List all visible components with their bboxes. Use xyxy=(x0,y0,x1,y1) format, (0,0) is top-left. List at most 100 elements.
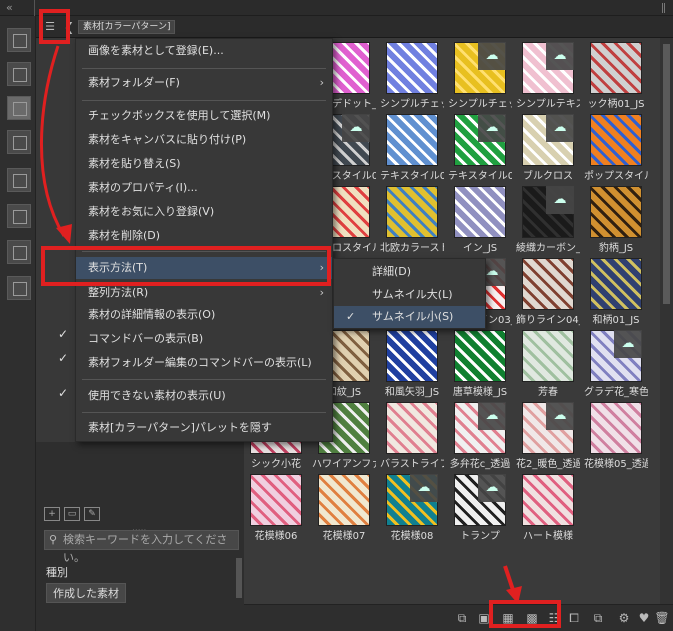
material-category-icon[interactable] xyxy=(7,204,31,228)
cloud-download-icon: ☁ xyxy=(546,402,574,430)
material-thumbnail[interactable]: テキスタイル02_ xyxy=(380,114,444,182)
pattern-swatch xyxy=(522,474,574,526)
annotation-box-view-buttons xyxy=(489,600,561,628)
material-thumbnail[interactable]: ☁ 多弁花c_透過 xyxy=(450,402,510,470)
material-thumbnail[interactable]: 和風矢羽_JS xyxy=(385,330,439,398)
menu-item-paste-to-canvas[interactable]: 素材をキャンバスに貼り付け(P) xyxy=(76,129,332,151)
copy-icon[interactable]: ⧉ xyxy=(590,610,606,626)
cloud-download-icon: ☁ xyxy=(478,474,506,502)
scrollbar[interactable] xyxy=(236,558,242,598)
material-category-icon[interactable] xyxy=(7,28,31,52)
material-category-icon[interactable] xyxy=(7,96,31,120)
material-thumbnail[interactable]: 花模様06 xyxy=(250,474,302,542)
left-tool-strip xyxy=(0,16,36,631)
scrollbar-thumb[interactable] xyxy=(663,44,670,304)
thumbnail-label: 花模様08 xyxy=(390,531,434,542)
material-thumbnail[interactable]: ☁ 花模様08 xyxy=(386,474,438,542)
submenu-item-detail[interactable]: 詳細(D) xyxy=(334,261,485,283)
material-thumbnail[interactable]: ☁ シンプルテキスタ xyxy=(516,42,580,110)
paste-icon[interactable]: ⧉ xyxy=(454,610,470,626)
material-thumbnail[interactable]: ☁ グラデ花_寒色 xyxy=(584,330,648,398)
menu-item-favorite[interactable]: 素材をお気に入り登録(V) xyxy=(76,201,332,223)
cloud-download-icon: ☁ xyxy=(478,114,506,142)
material-thumbnail[interactable]: ☁ シンプルチェック_ xyxy=(448,42,512,110)
material-thumbnail[interactable]: ポップスタイル_JS xyxy=(584,114,648,182)
material-thumbnail[interactable]: ☁ 綾織カーボン_JS xyxy=(516,186,580,254)
chevron-right-icon: › xyxy=(319,76,324,89)
trash-icon[interactable]: 🗑 xyxy=(654,610,670,626)
menu-item-label: 素材を削除(D) xyxy=(88,229,161,242)
material-thumbnail[interactable]: 花模様07 xyxy=(318,474,370,542)
new-folder-icon[interactable]: + xyxy=(44,507,60,521)
material-thumbnail[interactable]: 豹柄_JS xyxy=(590,186,642,254)
menu-item-replace[interactable]: 素材を貼り替え(S) xyxy=(76,153,332,175)
vertical-scrollbar[interactable] xyxy=(660,38,673,604)
cloud-download-icon: ☁ xyxy=(478,402,506,430)
menu-separator xyxy=(82,100,326,101)
menu-item-register-image[interactable]: 画像を素材として登録(E)... xyxy=(76,40,332,62)
material-thumbnail[interactable]: 花模様05_透過 xyxy=(584,402,648,470)
material-category-icon[interactable] xyxy=(7,130,31,154)
star-icon[interactable] xyxy=(7,240,31,264)
material-thumbnail[interactable]: 北欧カラーストラ xyxy=(380,186,444,254)
material-thumbnail[interactable]: ハート模様 xyxy=(522,474,574,542)
grip-handle[interactable] xyxy=(662,3,665,13)
material-thumbnail[interactable]: 飾りライン04_JS xyxy=(516,258,580,326)
tag-icon[interactable]: ⧠ xyxy=(566,610,582,626)
material-thumbnail[interactable]: ック柄01_JS xyxy=(587,42,645,110)
submenu-item-label: サムネイル小(S) xyxy=(372,310,454,323)
thumbnail-label: テキスタイル03_ xyxy=(448,171,512,182)
edit-folder-icon[interactable]: ✎ xyxy=(84,507,100,521)
menu-item-checkbox-select[interactable]: チェックボックスを使用して選択(M) xyxy=(76,105,332,127)
material-thumbnail[interactable]: ☁ 花2_暖色_透過 xyxy=(516,402,580,470)
material-thumbnail[interactable]: 芳春 xyxy=(522,330,574,398)
thumbnail-label: イン_JS xyxy=(462,243,498,254)
material-thumbnail[interactable]: バラストライプ01 xyxy=(380,402,444,470)
check-icon: ✓ xyxy=(58,386,69,400)
material-thumbnail[interactable]: 和柄01_JS xyxy=(590,258,642,326)
heart-icon[interactable]: ♥ xyxy=(636,610,652,626)
material-category-icon[interactable] xyxy=(7,62,31,86)
pattern-swatch xyxy=(590,258,642,310)
material-thumbnail[interactable]: シンプルチェック_ xyxy=(380,42,444,110)
material-thumbnail[interactable]: イン_JS xyxy=(454,186,506,254)
thumbnail-label: シンプルチェック_ xyxy=(448,99,512,110)
submenu-item-label: サムネイル大(L) xyxy=(372,288,453,301)
menu-item-delete[interactable]: 素材を削除(D) xyxy=(76,225,332,247)
pattern-swatch xyxy=(386,114,438,166)
menu-check-column: ✓ ✓ ✓ xyxy=(36,38,76,442)
submenu-item-thumbnail-small[interactable]: ✓ サムネイル小(S) xyxy=(334,306,485,328)
kind-label: 種別 xyxy=(46,566,68,579)
pattern-swatch xyxy=(386,186,438,238)
material-thumbnail[interactable]: ☁ トランプ xyxy=(454,474,506,542)
menu-separator xyxy=(82,68,326,69)
thumbnail-label: ハワイアンファブリ xyxy=(312,459,376,470)
menu-item-show-command-bar[interactable]: コマンドバーの表示(B) xyxy=(76,328,332,350)
gear-icon[interactable]: ⚙ xyxy=(616,610,632,626)
submenu-item-thumbnail-large[interactable]: サムネイル大(L) xyxy=(334,284,485,306)
material-category-icon[interactable] xyxy=(7,168,31,192)
thumbnail-label: バラストライプ01 xyxy=(380,459,444,470)
menu-item-label: 素材[カラーパターン]パレットを隠す xyxy=(88,421,272,434)
folder-icon[interactable]: ▭ xyxy=(64,507,80,521)
menu-item-show-details[interactable]: 素材の詳細情報の表示(O) xyxy=(76,304,332,326)
menu-item-label: コマンドバーの表示(B) xyxy=(88,332,204,345)
menu-item-label: 素材フォルダー編集のコマンドバーの表示(L) xyxy=(88,356,312,369)
menu-item-label: 素材のプロパティ(I)... xyxy=(88,181,198,194)
kind-filter-button[interactable]: 作成した素材 xyxy=(46,583,126,603)
menu-item-show-folder-command-bar[interactable]: 素材フォルダー編集のコマンドバーの表示(L) xyxy=(76,352,332,374)
menu-item-properties[interactable]: 素材のプロパティ(I)... xyxy=(76,177,332,199)
cloud-download-icon: ☁ xyxy=(478,42,506,70)
collapse-icon[interactable]: « xyxy=(6,1,13,14)
material-thumbnail[interactable]: 唐草模様_JS xyxy=(453,330,507,398)
menu-item-material-folder[interactable]: 素材フォルダー(F) › xyxy=(76,72,332,94)
material-thumbnail[interactable]: ☁ ブルクロス xyxy=(522,114,574,182)
material-thumbnail[interactable]: ☁ テキスタイル03_ xyxy=(448,114,512,182)
menu-item-show-unavailable[interactable]: 使用できない素材の表示(U) xyxy=(76,385,332,407)
check-icon: ✓ xyxy=(58,351,69,365)
download-icon[interactable] xyxy=(7,276,31,300)
search-input[interactable]: ⚲ 検索キーワードを入力してください。 xyxy=(44,530,239,564)
menu-item-hide-palette[interactable]: 素材[カラーパターン]パレットを隠す xyxy=(76,417,332,439)
panel-title[interactable]: 素材[カラーパターン] xyxy=(78,20,176,34)
top-bar: « xyxy=(0,0,673,16)
